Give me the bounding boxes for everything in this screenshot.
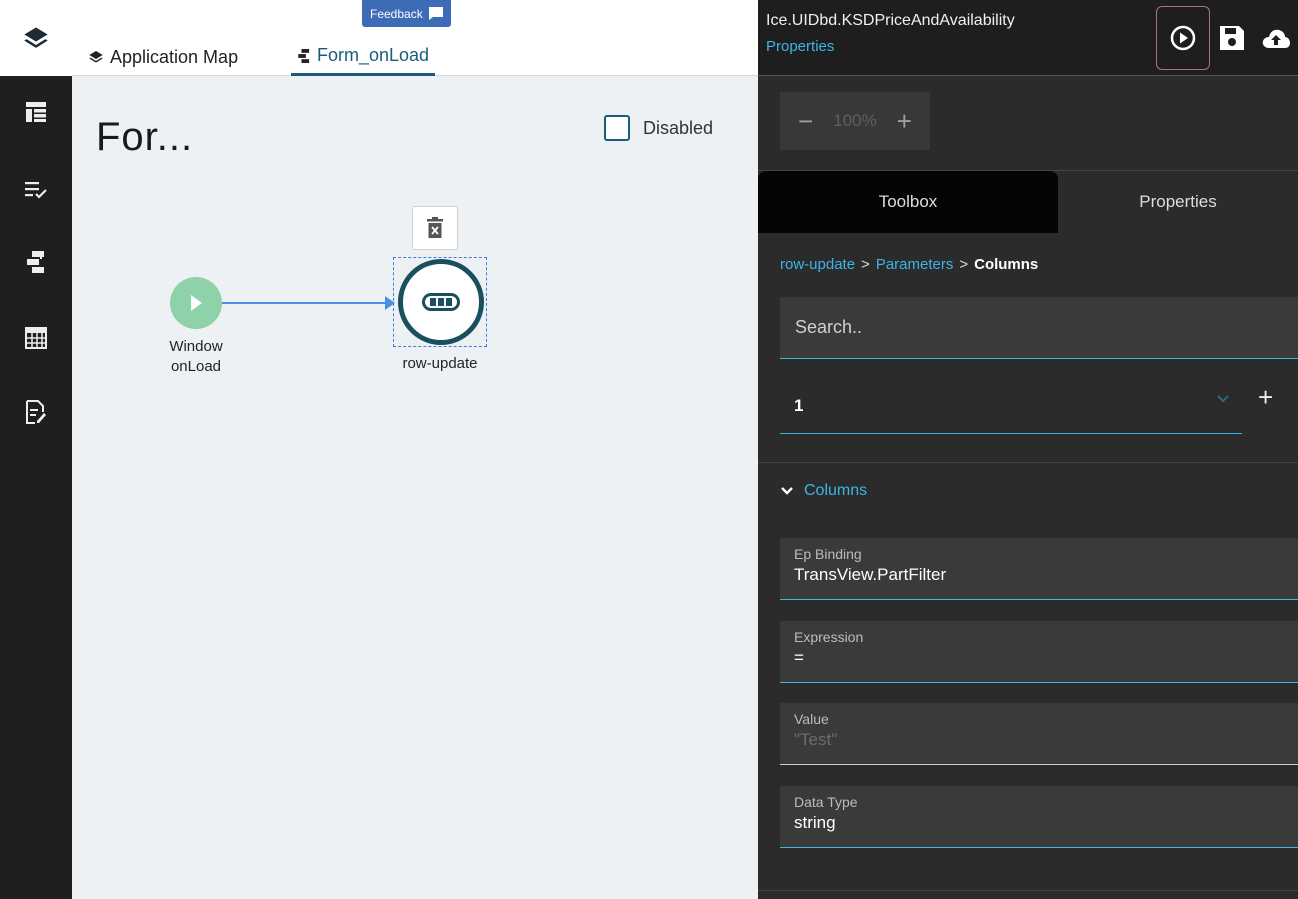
row-update-node[interactable] — [398, 259, 484, 345]
zoom-out-button[interactable]: − — [798, 108, 813, 134]
layers-icon — [89, 51, 103, 63]
field-value: = — [794, 648, 804, 667]
properties-link[interactable]: Properties — [766, 38, 834, 55]
add-column-button[interactable]: + — [1258, 384, 1273, 410]
chevron-down-icon — [781, 487, 793, 495]
upload-button[interactable] — [1254, 6, 1298, 70]
breadcrumb-separator: > — [861, 256, 870, 273]
breadcrumb-row-update[interactable]: row-update — [780, 256, 855, 273]
breadcrumb-separator: > — [959, 256, 969, 273]
feedback-label: Feedback — [370, 6, 423, 21]
chat-icon — [428, 7, 443, 20]
field-label: Value — [794, 711, 829, 727]
delete-node-button[interactable] — [412, 206, 458, 250]
run-button[interactable] — [1156, 6, 1210, 70]
action-node-label: row-update — [402, 355, 478, 372]
ep-binding-field[interactable]: Ep Binding TransView.PartFilter — [780, 538, 1298, 600]
trash-icon — [427, 217, 443, 238]
layout-icon[interactable] — [0, 92, 72, 132]
save-icon — [1220, 26, 1244, 50]
top-tab-bar: Feedback Application Map Form_onLoad — [72, 0, 758, 76]
divider — [758, 890, 1298, 891]
tab-toolbox[interactable]: Toolbox — [758, 171, 1058, 233]
breadcrumb: row-update > Parameters > Columns — [780, 256, 1038, 273]
disabled-label: Disabled — [643, 117, 714, 138]
logo-icon[interactable] — [0, 0, 72, 76]
search-placeholder: Search.. — [795, 317, 863, 337]
field-value: string — [794, 813, 836, 832]
workflow-icon — [298, 48, 310, 63]
zoom-level: 100% — [833, 111, 877, 130]
section-label: Columns — [804, 482, 868, 499]
field-label: Ep Binding — [794, 546, 862, 562]
edit-document-icon[interactable] — [0, 392, 72, 432]
disabled-checkbox[interactable] — [604, 115, 630, 141]
page-title: For... — [96, 115, 194, 159]
disabled-toggle[interactable]: Disabled — [604, 115, 713, 141]
zoom-control: − 100% + — [780, 92, 930, 150]
tab-form-onload[interactable]: Form_onLoad — [291, 38, 436, 76]
play-icon — [191, 295, 202, 311]
feedback-button[interactable]: Feedback — [362, 0, 451, 27]
tab-properties[interactable]: Properties — [1058, 171, 1298, 233]
cloud-upload-icon — [1262, 29, 1290, 48]
column-index-select[interactable]: 1 — [780, 378, 1242, 434]
window-onload-node[interactable] — [170, 277, 222, 329]
tab-label: Form_onLoad — [317, 45, 430, 65]
left-rail — [0, 0, 72, 899]
field-label: Expression — [794, 629, 864, 645]
workflow-icon[interactable] — [0, 242, 72, 282]
expression-field[interactable]: Expression = — [780, 621, 1298, 683]
tab-application-map[interactable]: Application Map — [88, 38, 238, 76]
checklist-icon[interactable] — [0, 170, 72, 210]
panel-header: Ice.UIDbd.KSDPriceAndAvailability Proper… — [758, 0, 1298, 76]
divider — [758, 462, 1298, 463]
play-circle-icon — [1170, 25, 1196, 51]
value-field[interactable]: Value "Test" — [780, 703, 1298, 765]
breadcrumb-columns: Columns — [974, 256, 1039, 273]
search-input[interactable]: Search.. — [780, 297, 1298, 359]
field-value: "Test" — [794, 730, 838, 749]
data-type-field[interactable]: Data Type string — [780, 786, 1298, 848]
connector-line — [222, 302, 387, 304]
field-value: TransView.PartFilter — [794, 565, 947, 584]
grid-icon[interactable] — [0, 318, 72, 358]
save-button[interactable] — [1210, 6, 1254, 70]
properties-panel: Ice.UIDbd.KSDPriceAndAvailability Proper… — [758, 0, 1298, 899]
app-name: Ice.UIDbd.KSDPriceAndAvailability — [766, 12, 1015, 29]
workflow-canvas[interactable]: For... Disabled Window onLoad row-update — [72, 77, 758, 899]
breadcrumb-parameters[interactable]: Parameters — [876, 256, 954, 273]
columns-section-header[interactable]: Columns — [780, 482, 867, 500]
panel-tabs: Toolbox Properties — [758, 170, 1298, 233]
chevron-down-icon — [1217, 395, 1229, 403]
zoom-in-button[interactable]: + — [897, 108, 912, 134]
row-icon — [422, 293, 460, 311]
tab-label: Application Map — [110, 46, 239, 67]
select-value: 1 — [794, 395, 804, 415]
field-label: Data Type — [794, 794, 858, 810]
start-node-label: Window onLoad — [169, 338, 223, 375]
